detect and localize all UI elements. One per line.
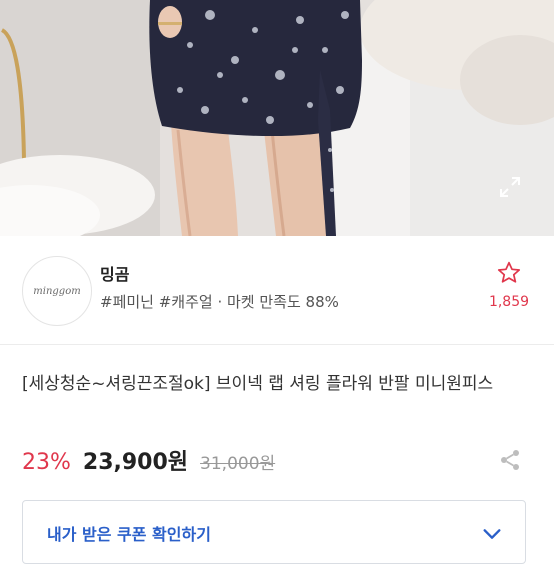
original-price: 31,000원 <box>200 454 276 474</box>
favorite-button[interactable]: 1,859 <box>484 260 534 310</box>
coupon-check-button[interactable]: 내가 받은 쿠폰 확인하기 <box>22 500 526 564</box>
expand-icon <box>500 177 520 197</box>
chevron-down-icon <box>483 529 501 539</box>
coupon-label: 내가 받은 쿠폰 확인하기 <box>47 525 211 544</box>
seller-logo-text: minggom <box>33 285 81 297</box>
product-title: [세상청순~셔링끈조절ok] 브이넥 랩 셔링 플라워 반팔 미니원피스 <box>22 374 494 394</box>
seller-logo[interactable]: minggom <box>22 256 92 326</box>
seller-section: minggom 밍곰 #페미닌 #캐주얼 · 마켓 만족도 88% 1,859 <box>0 236 554 345</box>
seller-tags: #페미닌 #캐주얼 · 마켓 만족도 88% <box>100 293 339 311</box>
seller-name[interactable]: 밍곰 <box>100 261 129 285</box>
share-button[interactable] <box>496 446 524 474</box>
discount-rate: 23% <box>22 450 71 475</box>
favorite-count: 1,859 <box>488 294 530 310</box>
star-outline-icon <box>497 261 521 283</box>
product-photo[interactable] <box>0 0 554 236</box>
share-icon <box>501 450 519 470</box>
price-row: 23% 23,900원 31,000원 <box>22 444 276 475</box>
expand-image-button[interactable] <box>498 175 530 207</box>
sale-price: 23,900원 <box>82 450 189 475</box>
product-photo-illustration <box>0 0 554 236</box>
